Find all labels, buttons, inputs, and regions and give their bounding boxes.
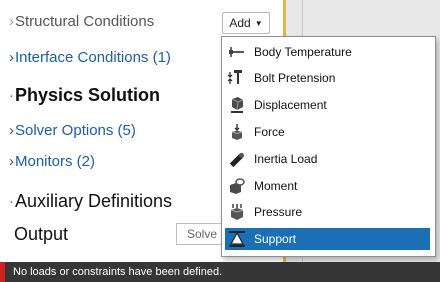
tree-item-monitors[interactable]: › Monitors (2) bbox=[9, 148, 95, 174]
tree-item-interface-conditions[interactable]: › Interface Conditions (1) bbox=[9, 44, 171, 70]
menu-item-label: Pressure bbox=[254, 205, 303, 219]
section-physics-solution[interactable]: · Physics Solution bbox=[9, 82, 160, 108]
tree-item-label: Monitors (2) bbox=[15, 152, 96, 170]
section-title: Physics Solution bbox=[15, 84, 161, 105]
menu-item-label: Bolt Pretension bbox=[254, 71, 336, 85]
section-marker: · bbox=[9, 192, 14, 210]
menu-item-label: Support bbox=[254, 232, 297, 246]
tree-item-structural-conditions[interactable]: › Structural Conditions bbox=[9, 8, 154, 34]
tree-item-label: Solver Options (5) bbox=[15, 121, 136, 139]
inertia-load-icon bbox=[228, 150, 246, 168]
section-output[interactable]: Output bbox=[14, 221, 68, 247]
moment-icon bbox=[228, 177, 246, 195]
chevron-right-icon: › bbox=[9, 152, 14, 170]
chevron-right-icon: › bbox=[9, 121, 14, 139]
section-marker: · bbox=[9, 86, 14, 104]
solve-button-label: Solve bbox=[187, 227, 218, 241]
menu-item-label: Moment bbox=[254, 179, 298, 193]
menu-item-moment[interactable]: Moment bbox=[225, 175, 430, 197]
status-bar: No loads or constraints have been define… bbox=[0, 262, 440, 282]
menu-item-body-temperature[interactable]: Body Temperature bbox=[225, 41, 430, 63]
menu-item-force[interactable]: Force bbox=[225, 121, 430, 143]
chevron-right-icon: › bbox=[9, 12, 14, 30]
tree-item-solver-options[interactable]: › Solver Options (5) bbox=[9, 117, 136, 143]
bolt-pretension-icon bbox=[228, 69, 246, 87]
section-title: Output bbox=[14, 223, 69, 244]
force-icon bbox=[228, 123, 246, 141]
menu-item-displacement[interactable]: Displacement bbox=[225, 94, 430, 116]
menu-item-label: Body Temperature bbox=[254, 45, 352, 59]
menu-item-pressure[interactable]: Pressure bbox=[225, 201, 430, 223]
menu-item-label: Displacement bbox=[254, 98, 327, 112]
displacement-icon bbox=[228, 96, 246, 114]
menu-item-bolt-pretension[interactable]: Bolt Pretension bbox=[225, 67, 430, 89]
menu-item-inertia-load[interactable]: Inertia Load bbox=[225, 148, 430, 170]
add-dropdown-menu: Body Temperature Bolt Pretension Displac… bbox=[221, 36, 436, 257]
warning-accent bbox=[0, 262, 5, 282]
chevron-right-icon: › bbox=[9, 48, 14, 66]
support-icon bbox=[228, 230, 246, 248]
section-auxiliary-definitions[interactable]: · Auxiliary Definitions bbox=[9, 188, 172, 214]
thermometer-icon bbox=[228, 43, 246, 61]
tree-item-label: Interface Conditions (1) bbox=[15, 48, 171, 66]
status-message: No loads or constraints have been define… bbox=[13, 266, 223, 278]
menu-item-label: Inertia Load bbox=[254, 152, 318, 166]
pressure-icon bbox=[228, 203, 246, 221]
menu-item-label: Force bbox=[254, 125, 285, 139]
add-button-label: Add bbox=[229, 16, 251, 30]
section-title: Auxiliary Definitions bbox=[15, 190, 173, 211]
tree-item-label: Structural Conditions bbox=[15, 12, 155, 30]
caret-down-icon: ▼ bbox=[254, 18, 263, 28]
menu-item-support[interactable]: Support bbox=[225, 228, 430, 250]
add-button[interactable]: Add ▼ bbox=[222, 12, 270, 34]
